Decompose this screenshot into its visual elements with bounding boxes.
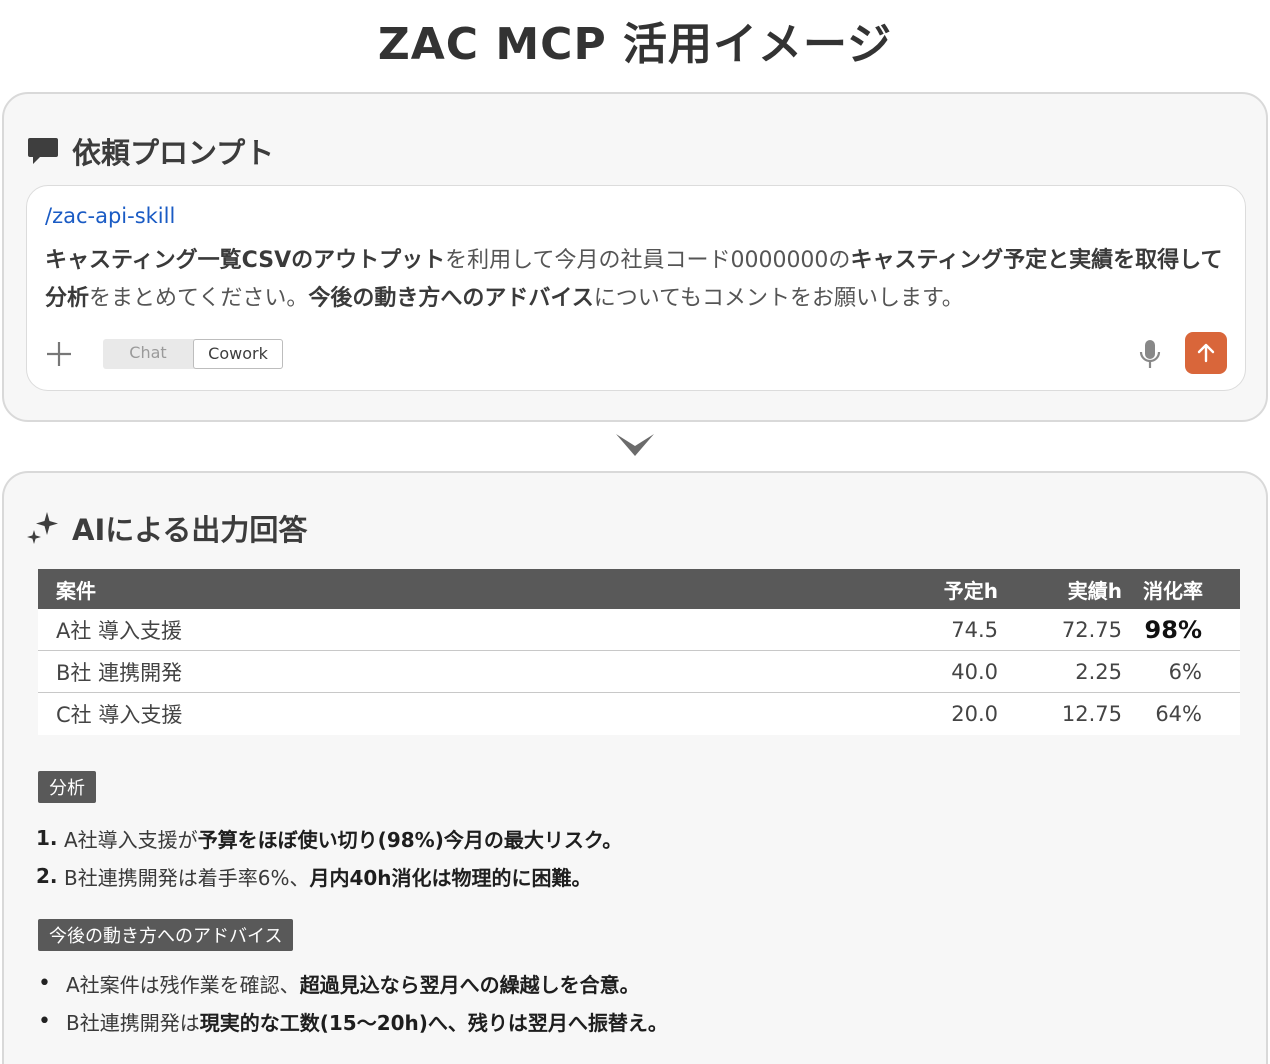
- cell-consumption-rate: 64%: [1155, 702, 1202, 726]
- cell-project: A社 導入支援: [56, 618, 183, 643]
- list-marker: 2.: [36, 864, 58, 888]
- plus-icon[interactable]: [45, 340, 73, 372]
- table-row: C社 導入支援 20.0 12.75 64%: [38, 693, 1240, 735]
- list-marker: 1.: [36, 826, 58, 850]
- answer-section-header: AIによる出力回答: [26, 507, 307, 549]
- cell-consumption-rate: 98%: [1144, 615, 1202, 644]
- chevron-down-icon: [614, 432, 656, 464]
- list-item-text: B社連携開発は着手率6%、月内40h消化は物理的に困難。: [64, 865, 592, 890]
- cell-planned-hours: 74.5: [951, 617, 998, 642]
- cell-actual-hours: 72.75: [1061, 617, 1122, 642]
- list-item-text: A社導入支援が予算をほぼ使い切り(98%)今月の最大リスク。: [64, 827, 623, 852]
- list-item-text: B社連携開発は現実的な工数(15〜20h)へ、残りは翌月へ振替え。: [66, 1010, 668, 1035]
- prompt-text-segment: 今後の動き方へのアドバイス: [308, 286, 594, 311]
- prompt-text[interactable]: キャスティング一覧CSVのアウトプットを利用して今月の社員コード0000000の…: [45, 242, 1225, 318]
- prompt-text-segment: についてもコメントをお願いします。: [593, 286, 964, 311]
- cell-actual-hours: 2.25: [1075, 659, 1122, 684]
- cell-planned-hours: 40.0: [951, 659, 998, 684]
- page: ZAC MCP 活用イメージ 依頼プロンプト /zac-api-skill キャ…: [0, 0, 1270, 1064]
- prompt-input-box[interactable]: /zac-api-skill キャスティング一覧CSVのアウトプットを利用して今…: [26, 185, 1246, 391]
- cell-consumption-rate: 6%: [1168, 659, 1202, 684]
- prompt-text-segment: を利用して今月の社員コード0000000の: [445, 248, 851, 273]
- header-consumption-rate: 消化率: [1143, 578, 1203, 603]
- mode-chat-button[interactable]: Chat: [103, 339, 193, 369]
- prompt-panel: 依頼プロンプト /zac-api-skill キャスティング一覧CSVのアウトプ…: [2, 92, 1268, 422]
- header-actual-hours: 実績h: [1067, 578, 1122, 603]
- list-item: 1. A社導入支援が予算をほぼ使い切り(98%)今月の最大リスク。: [36, 819, 622, 857]
- advice-tag: 今後の動き方へのアドバイス: [38, 919, 294, 951]
- table-header-row: 案件 予定h 実績h 消化率: [38, 569, 1240, 609]
- microphone-icon[interactable]: [1137, 338, 1163, 376]
- table-row: B社 連携開発 40.0 2.25 6%: [38, 651, 1240, 693]
- analysis-tag: 分析: [38, 771, 96, 803]
- analysis-list: 1. A社導入支援が予算をほぼ使い切り(98%)今月の最大リスク。 2. B社連携開発…: [36, 819, 622, 895]
- list-marker: •: [38, 1008, 51, 1034]
- mode-cowork-button[interactable]: Cowork: [193, 339, 283, 369]
- table-row: A社 導入支援 74.5 72.75 98%: [38, 609, 1240, 651]
- send-button[interactable]: [1185, 332, 1227, 374]
- list-marker: •: [38, 970, 51, 996]
- header-planned-hours: 予定h: [943, 578, 998, 603]
- list-item: • A社案件は残作業を確認、超過見込なら翌月への繰越しを合意。: [36, 964, 668, 1002]
- skill-command: /zac-api-skill: [45, 204, 176, 228]
- cell-planned-hours: 20.0: [951, 702, 998, 726]
- prompt-section-heading: 依頼プロンプト: [72, 136, 275, 170]
- mode-toggle: Chat Cowork: [103, 339, 283, 369]
- page-title: ZAC MCP 活用イメージ: [377, 19, 893, 70]
- prompt-toolbar: Chat Cowork: [43, 332, 1231, 378]
- cell-project: B社 連携開発: [56, 660, 183, 685]
- answer-panel: AIによる出力回答 案件 予定h 実績h 消化率 A社 導入支援 74.5 72…: [2, 471, 1268, 1064]
- list-item: • B社連携開発は現実的な工数(15〜20h)へ、残りは翌月へ振替え。: [36, 1002, 668, 1040]
- list-item-text: A社案件は残作業を確認、超過見込なら翌月への繰越しを合意。: [66, 972, 640, 997]
- prompt-text-segment: キャスティング一覧CSVのアウトプット: [45, 248, 446, 273]
- cell-project: C社 導入支援: [56, 703, 183, 727]
- sparkle-icon: [26, 510, 60, 546]
- arrow-up-icon: [1197, 343, 1215, 363]
- advice-list: • A社案件は残作業を確認、超過見込なら翌月への繰越しを合意。 • B社連携開発は現実…: [36, 964, 668, 1040]
- answer-section-heading: AIによる出力回答: [72, 513, 308, 547]
- prompt-section-header: 依頼プロンプト: [26, 130, 274, 172]
- prompt-text-segment: をまとめてください。: [89, 286, 309, 311]
- cell-actual-hours: 12.75: [1061, 702, 1122, 726]
- results-table: 案件 予定h 実績h 消化率 A社 導入支援 74.5 72.75 98% B社…: [38, 569, 1240, 735]
- list-item: 2. B社連携開発は着手率6%、月内40h消化は物理的に困難。: [36, 857, 622, 895]
- chat-bubble-icon: [26, 135, 60, 167]
- header-project: 案件: [56, 578, 96, 603]
